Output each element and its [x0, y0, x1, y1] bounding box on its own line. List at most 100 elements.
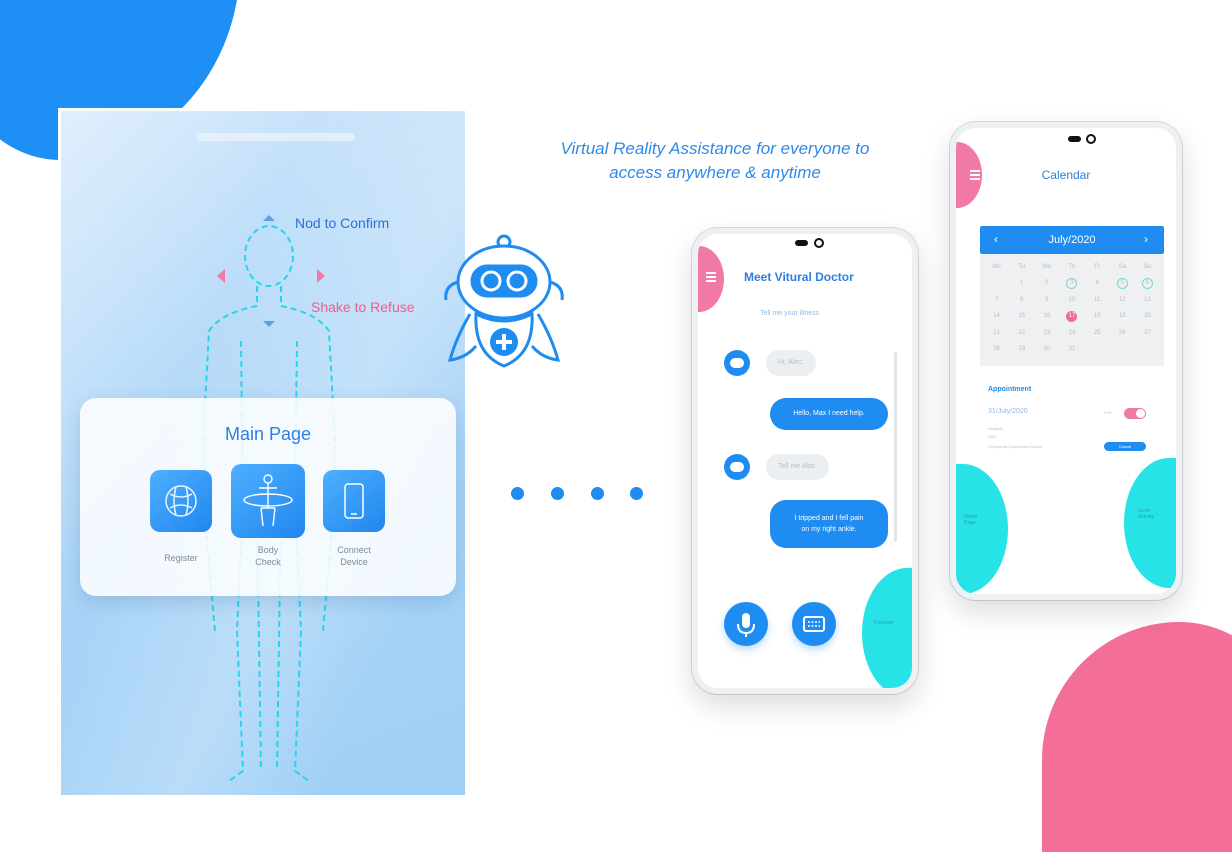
current-month: July/2020 — [1048, 234, 1096, 246]
discover-label: Discover — [874, 620, 894, 626]
calendar-day[interactable]: 30 — [1034, 344, 1059, 354]
connect-device-button[interactable] — [323, 470, 385, 532]
main-page-title: Main Page — [224, 424, 312, 444]
discover-tab[interactable] — [862, 568, 912, 688]
shake-to-refuse-label: Shake to Refuse — [311, 299, 415, 315]
chat-subtitle: Tell me your illness — [760, 310, 820, 317]
calendar-empty-cell — [1135, 344, 1160, 354]
connect-device-label-line2: Device — [340, 557, 368, 567]
calendar-day[interactable]: 12 — [1110, 295, 1135, 305]
calendar-day[interactable]: 21 — [984, 328, 1009, 338]
calendar-day[interactable]: 28 — [984, 344, 1009, 354]
weekday-label: Tu — [1018, 264, 1026, 270]
bot-avatar — [724, 350, 750, 376]
bot-message: Tell me Alec. — [766, 454, 830, 480]
home-page-tab[interactable] — [956, 464, 1008, 594]
calendar-day[interactable]: 20 — [1135, 311, 1160, 322]
calendar-day[interactable]: 31 — [1059, 344, 1084, 354]
appointment-heading: Appointment — [988, 386, 1032, 393]
calendar-day[interactable]: 8 — [1009, 295, 1034, 305]
calendar-day[interactable]: 29 — [1009, 344, 1034, 354]
calendar-day[interactable]: 10 — [1059, 295, 1084, 305]
microphone-icon — [737, 613, 755, 637]
robot-doctor-mascot-icon — [444, 234, 564, 368]
keyboard-button[interactable] — [792, 602, 836, 646]
activity-label-line2: Activity — [1138, 514, 1154, 520]
calendar-grid: Mo Tu We Th Fr Sa Su 1 2 3 4 5 6 7 8 9 10 11 12 13 14 15 16 17 1… — [980, 254, 1164, 362]
calendar-day[interactable]: 14 — [984, 311, 1009, 322]
appointment-detail: DAY — [988, 434, 996, 439]
calendar-day[interactable]: 6 — [1135, 278, 1160, 289]
calendar-day[interactable]: 24 — [1059, 328, 1084, 338]
calendar-day[interactable]: 26 — [1110, 328, 1135, 338]
camera-lens — [814, 238, 824, 248]
calendar-day[interactable]: 23 — [1034, 328, 1059, 338]
calendar-day[interactable]: 3 — [1059, 278, 1084, 289]
calendar-day[interactable]: 7 — [984, 295, 1009, 305]
cancel-appointment-button[interactable]: Cancel — [1104, 442, 1146, 451]
selected-day: 17 — [1066, 311, 1078, 322]
calendar-day[interactable]: 5 — [1110, 278, 1135, 289]
calendar-empty-cell — [1110, 344, 1135, 354]
microphone-button[interactable] — [724, 602, 768, 646]
body-check-button[interactable] — [231, 464, 305, 538]
marked-day: 5 — [1116, 278, 1128, 289]
register-button[interactable] — [150, 470, 212, 532]
activity-tab[interactable] — [1124, 458, 1176, 588]
calendar-day[interactable]: 2 — [1034, 278, 1059, 289]
calendar-empty-cell — [984, 278, 1009, 289]
calendar-day[interactable]: 19 — [1110, 311, 1135, 322]
appointment-detail: Orthopedic Department Doctor — [988, 444, 1043, 449]
calendar-day[interactable]: 4 — [1085, 278, 1110, 289]
connect-device-label-line1: Connect — [337, 545, 371, 555]
next-month-icon[interactable]: › — [1144, 232, 1148, 246]
activity-label: Go to Activity — [1138, 508, 1154, 520]
calendar-day[interactable]: 9 — [1034, 295, 1059, 305]
calendar-day[interactable]: 17 — [1059, 311, 1084, 322]
calendar-grid-panel: Mo Tu We Th Fr Sa Su 1 2 3 4 5 6 7 8 9 10 11 12 13 14 15 16 17 1… — [980, 254, 1164, 366]
calendar-day[interactable]: 1 — [1009, 278, 1034, 289]
camera-bar — [1068, 136, 1081, 142]
calendar-day[interactable]: 16 — [1034, 311, 1059, 322]
tagline: Virtual Reality Assistance for everyone … — [480, 137, 950, 185]
user-message-line1: I tripped and I fell pain — [794, 515, 864, 522]
progress-dot — [630, 487, 643, 500]
calendar-title: Calendar — [1041, 168, 1091, 182]
nod-to-confirm-label: Nod to Confirm — [295, 215, 390, 231]
body-check-label-line1: Body — [257, 545, 279, 555]
progress-dot — [591, 487, 604, 500]
calendar-day[interactable]: 15 — [1009, 311, 1034, 322]
calendar-day[interactable]: 25 — [1085, 328, 1110, 338]
progress-dot — [551, 487, 564, 500]
month-header: July/2020 — [980, 226, 1164, 254]
calendar-day[interactable]: 18 — [1085, 311, 1110, 322]
appointment-toggle[interactable] — [1124, 408, 1146, 419]
camera-lens — [1086, 134, 1096, 144]
marked-day: 3 — [1066, 278, 1078, 289]
tagline-line2: access anywhere & anytime — [609, 163, 821, 182]
keyboard-icon — [803, 616, 825, 632]
calendar-day[interactable]: 11 — [1085, 295, 1110, 305]
home-page-label: Home Page — [964, 514, 977, 526]
calendar-day[interactable]: 27 — [1135, 328, 1160, 338]
calendar-empty-cell — [1085, 344, 1110, 354]
decorative-pink-blob — [1042, 622, 1232, 852]
camera-bar — [795, 240, 808, 246]
prev-month-icon[interactable]: ‹ — [994, 232, 998, 246]
phone-icon — [344, 483, 364, 519]
weekday-label: Fr — [1094, 264, 1100, 270]
appointment-detail: Hospital — [988, 426, 1003, 431]
connect-device-label: Connect Device — [314, 544, 394, 568]
body-check-label: Body Check — [228, 544, 308, 568]
register-label: Register — [164, 553, 198, 563]
user-message: Hello, Max I need help. — [770, 398, 888, 430]
calendar-day[interactable]: 13 — [1135, 295, 1160, 305]
main-page-card: Main Page Register Body Check Connect De… — [80, 398, 456, 596]
chat-title: Meet Vitural Doctor — [744, 270, 854, 284]
calendar-day[interactable]: 22 — [1009, 328, 1034, 338]
calendar-phone: Calendar July/2020 ‹ › Mo Tu We Th Fr Sa Su 1 2 3… — [950, 122, 1182, 600]
chat-scrollbar[interactable] — [894, 352, 897, 542]
menu-icon[interactable] — [706, 270, 716, 284]
marked-day: 6 — [1141, 278, 1153, 289]
weekday-label: Th — [1068, 264, 1076, 270]
